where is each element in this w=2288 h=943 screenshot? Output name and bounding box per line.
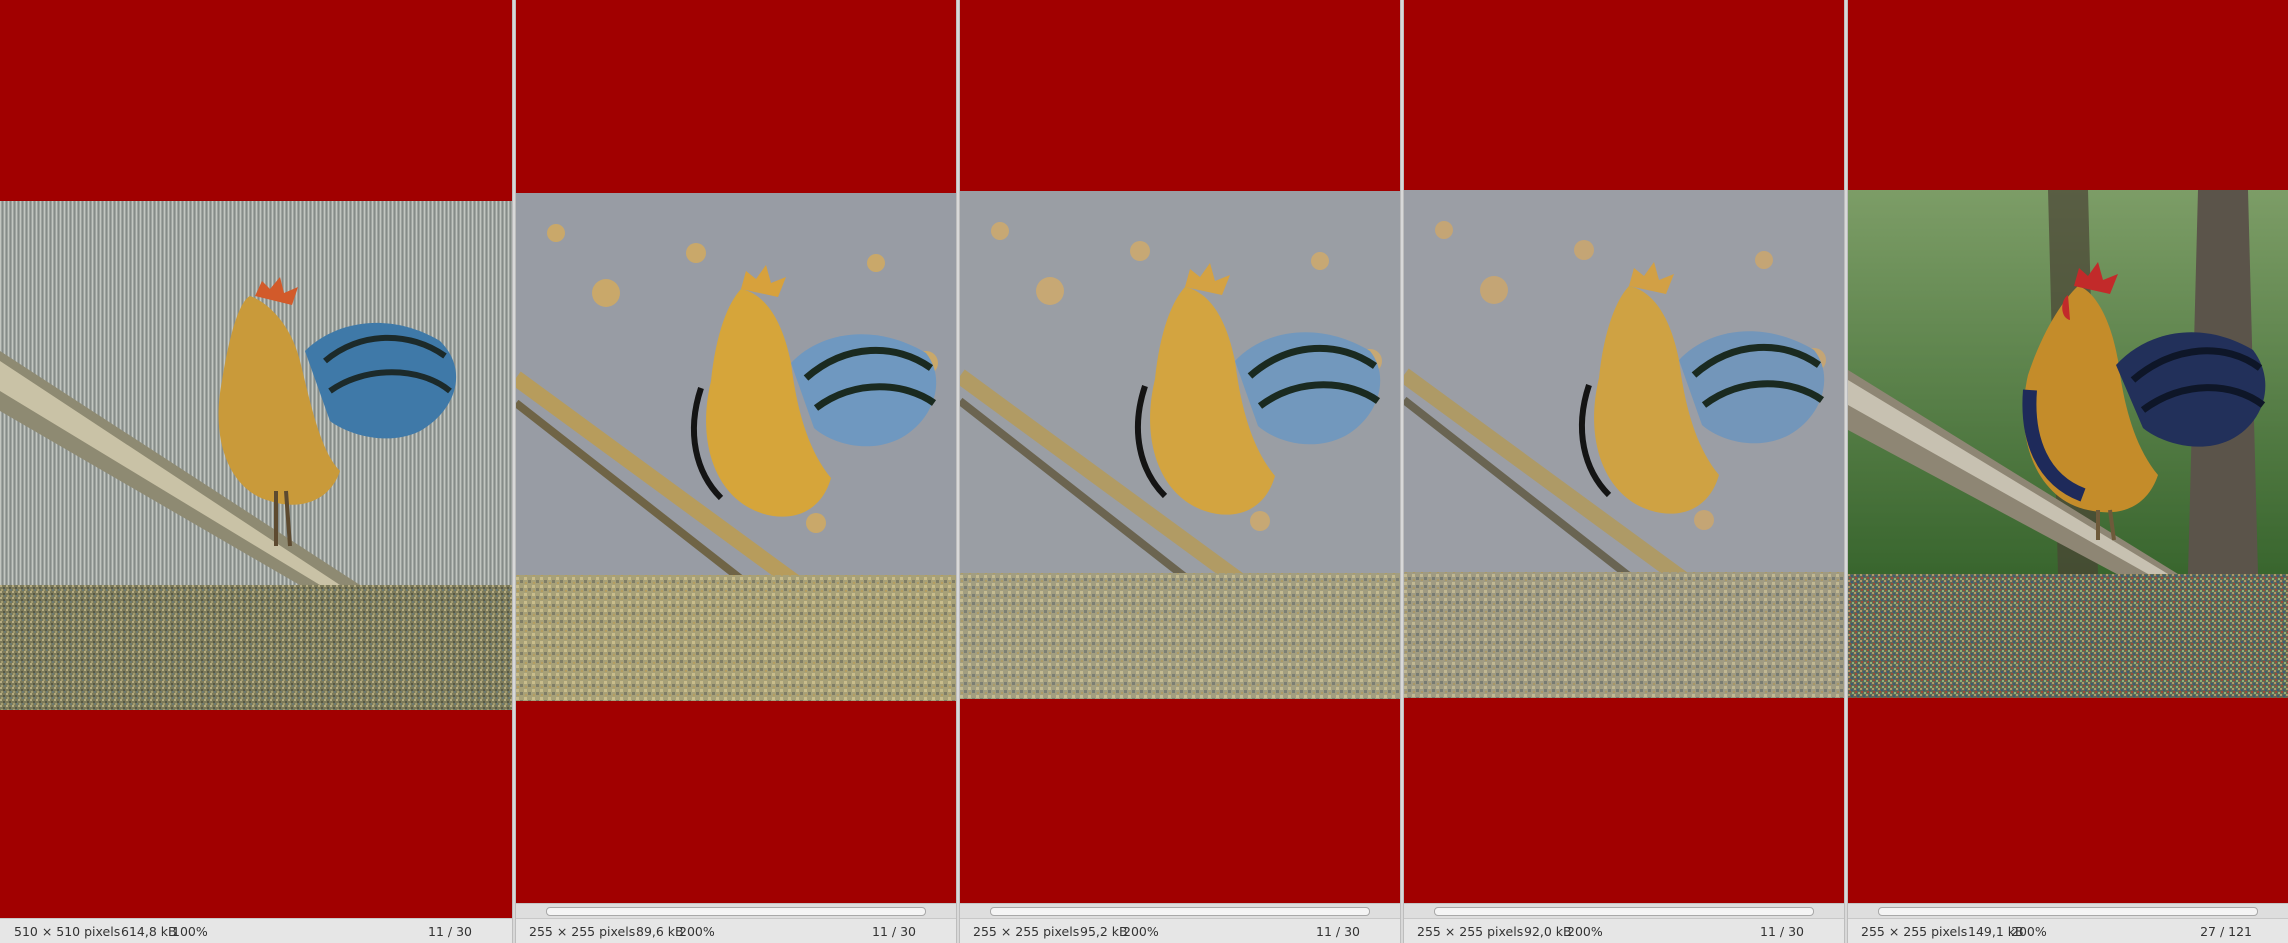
- image-canvas-4[interactable]: [1404, 190, 1844, 698]
- scrollbar-thumb[interactable]: [990, 907, 1370, 916]
- image-dimensions: 510 × 510 pixels: [14, 924, 121, 939]
- image-canvas-3[interactable]: [960, 191, 1400, 699]
- image-dimensions: 255 × 255 pixels: [973, 924, 1080, 939]
- scrollbar-thumb[interactable]: [546, 907, 926, 916]
- image-viewer-3[interactable]: 255 × 255 pixels 95,2 kB 200% 11 / 30: [960, 0, 1400, 943]
- rooster-image: [0, 201, 512, 710]
- rooster-image: [516, 193, 956, 701]
- image-viewer-5[interactable]: 255 × 255 pixels 149,1 kB 200% 27 / 121: [1848, 0, 2288, 943]
- image-dimensions: 255 × 255 pixels: [1417, 924, 1524, 939]
- zoom-level: 200%: [2011, 924, 2047, 939]
- horizontal-scrollbar[interactable]: [516, 903, 956, 918]
- image-viewer-1[interactable]: 510 × 510 pixels 614,8 kB 100% 11 / 30: [0, 0, 512, 943]
- scrollbar-thumb[interactable]: [1434, 907, 1814, 916]
- horizontal-scrollbar[interactable]: [1404, 903, 1844, 918]
- image-counter: 27 / 121: [2200, 924, 2252, 939]
- rooster-image: [960, 191, 1400, 699]
- status-bar-5: 255 × 255 pixels 149,1 kB 200% 27 / 121: [1848, 918, 2288, 943]
- image-dimensions: 255 × 255 pixels: [1861, 924, 1968, 939]
- scrollbar-thumb[interactable]: [1878, 907, 2258, 916]
- image-counter: 11 / 30: [1760, 924, 1804, 939]
- file-size: 89,6 kB: [636, 924, 684, 939]
- status-bar-3: 255 × 255 pixels 95,2 kB 200% 11 / 30: [960, 918, 1400, 943]
- status-bar-2: 255 × 255 pixels 89,6 kB 200% 11 / 30: [516, 918, 956, 943]
- zoom-level: 200%: [1567, 924, 1603, 939]
- zoom-level: 200%: [679, 924, 715, 939]
- file-size: 92,0 kB: [1524, 924, 1572, 939]
- zoom-level: 100%: [172, 924, 208, 939]
- image-counter: 11 / 30: [1316, 924, 1360, 939]
- horizontal-scrollbar[interactable]: [1848, 903, 2288, 918]
- image-canvas-2[interactable]: [516, 193, 956, 701]
- image-viewer-4[interactable]: 255 × 255 pixels 92,0 kB 200% 11 / 30: [1404, 0, 1844, 943]
- rooster-image: [1848, 190, 2288, 698]
- image-canvas-5[interactable]: [1848, 190, 2288, 698]
- image-canvas-1[interactable]: [0, 201, 512, 710]
- file-size: 95,2 kB: [1080, 924, 1128, 939]
- zoom-level: 200%: [1123, 924, 1159, 939]
- status-bar-1: 510 × 510 pixels 614,8 kB 100% 11 / 30: [0, 918, 512, 943]
- rooster-image: [1404, 190, 1844, 698]
- image-dimensions: 255 × 255 pixels: [529, 924, 636, 939]
- image-viewer-grid: 510 × 510 pixels 614,8 kB 100% 11 / 30 2…: [0, 0, 2288, 943]
- image-counter: 11 / 30: [872, 924, 916, 939]
- status-bar-4: 255 × 255 pixels 92,0 kB 200% 11 / 30: [1404, 918, 1844, 943]
- image-viewer-2[interactable]: 255 × 255 pixels 89,6 kB 200% 11 / 30: [516, 0, 956, 943]
- file-size: 614,8 kB: [121, 924, 177, 939]
- horizontal-scrollbar[interactable]: [960, 903, 1400, 918]
- image-counter: 11 / 30: [428, 924, 472, 939]
